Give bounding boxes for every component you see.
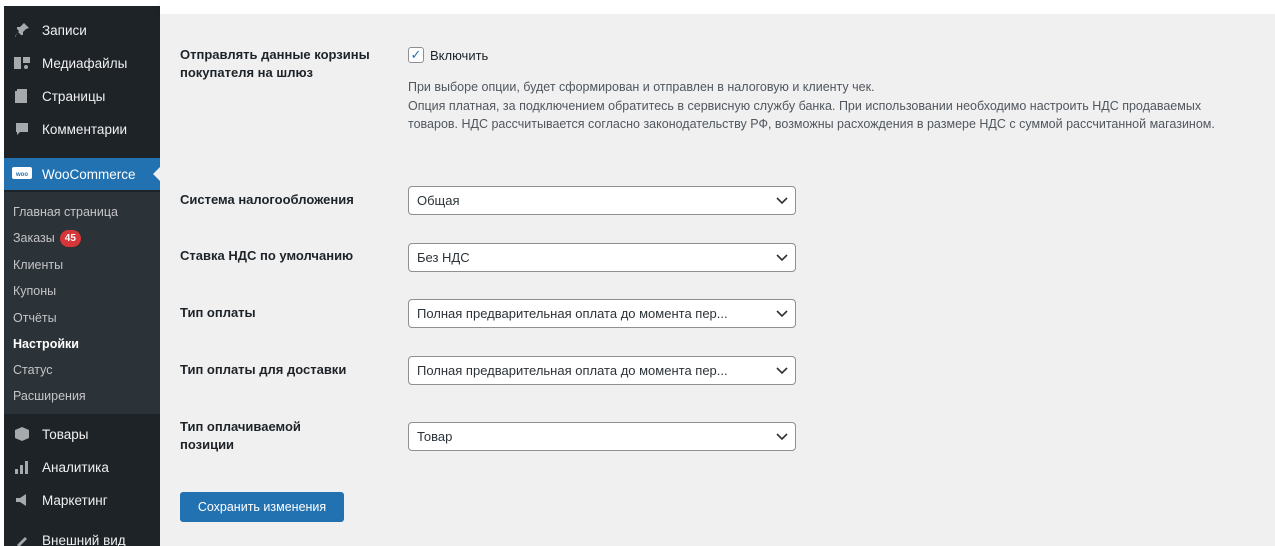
menu-item-label: Комментарии	[42, 121, 128, 137]
svg-text:woo: woo	[15, 172, 28, 178]
menu-item-label: WooCommerce	[42, 166, 136, 182]
menu-item-pages[interactable]: Страницы	[4, 80, 160, 112]
vat-rate-label: Ставка НДС по умолчанию	[180, 248, 354, 263]
pages-icon	[11, 87, 33, 105]
payment-type-value: Полная предварительная оплата до момента…	[417, 306, 728, 321]
chevron-down-icon	[769, 196, 795, 205]
menu-item-label: Медиафайлы	[42, 55, 128, 71]
payment-type-label: Тип оплаты	[180, 305, 256, 320]
menu-item-label: Страницы	[42, 88, 106, 104]
appearance-icon	[11, 531, 33, 546]
send-cart-description: При выборе опции, будет сформирован и от…	[408, 78, 1238, 134]
menu-item-label: Внешний вид	[42, 532, 126, 546]
tax-system-value: Общая	[417, 193, 460, 208]
send-cart-checkbox[interactable]: ✓	[408, 47, 424, 63]
marketing-icon	[11, 491, 33, 509]
submenu-label: Клиенты	[13, 258, 64, 272]
submenu-item-coupons[interactable]: Купоны	[13, 281, 56, 301]
send-cart-description-text: При выборе опции, будет сформирован и от…	[408, 80, 1215, 131]
vat-rate-value: Без НДС	[417, 250, 470, 265]
delivery-payment-type-select[interactable]: Полная предварительная оплата до момента…	[408, 356, 796, 385]
menu-item-comments[interactable]: Комментарии	[4, 113, 160, 145]
menu-item-label: Маркетинг	[42, 492, 108, 508]
submenu-label: Расширения	[13, 389, 86, 403]
item-type-label: Тип оплачиваемой позиции	[180, 419, 301, 452]
menu-item-woocommerce[interactable]: woo WooCommerce	[4, 158, 160, 190]
menu-item-posts[interactable]: Записи	[4, 14, 160, 46]
send-cart-checkbox-label: Включить	[430, 47, 489, 63]
item-type-select[interactable]: Товар	[408, 422, 796, 451]
woocommerce-submenu: Главная страница Заказы 45 Клиенты Купон…	[4, 192, 160, 414]
save-changes-button[interactable]: Сохранить изменения	[180, 492, 344, 522]
delivery-payment-type-label: Тип оплаты для доставки	[180, 362, 347, 377]
send-cart-label: Отправлять данные корзины покупателя на …	[180, 47, 370, 80]
settings-form: Отправлять данные корзины покупателя на …	[160, 14, 1275, 546]
tax-system-select[interactable]: Общая	[408, 186, 796, 215]
delivery-payment-type-value: Полная предварительная оплата до момента…	[417, 363, 728, 378]
submenu-label: Главная страница	[13, 205, 118, 219]
menu-item-label: Записи	[42, 22, 87, 38]
vat-rate-select[interactable]: Без НДС	[408, 243, 796, 272]
submenu-item-settings[interactable]: Настройки	[13, 334, 79, 354]
send-cart-checkbox-row[interactable]: ✓ Включить	[408, 47, 488, 63]
submenu-item-home[interactable]: Главная страница	[13, 202, 118, 222]
menu-item-appearance[interactable]: Внешний вид	[4, 524, 160, 546]
tax-system-label: Система налогообложения	[180, 192, 354, 207]
submenu-item-extensions[interactable]: Расширения	[13, 386, 86, 406]
chevron-down-icon	[769, 366, 795, 375]
submenu-item-reports[interactable]: Отчёты	[13, 308, 57, 328]
woocommerce-icon: woo	[11, 165, 33, 183]
menu-item-media[interactable]: Медиафайлы	[4, 47, 160, 79]
item-type-value: Товар	[417, 429, 453, 444]
submenu-label: Заказы	[13, 231, 55, 245]
menu-item-label: Аналитика	[42, 459, 109, 475]
chevron-down-icon	[769, 432, 795, 441]
top-header-strip	[160, 0, 1275, 14]
chevron-down-icon	[769, 253, 795, 262]
orders-count-badge: 45	[59, 229, 81, 247]
comments-icon	[11, 120, 33, 138]
submenu-label: Настройки	[13, 337, 79, 351]
submenu-item-orders[interactable]: Заказы 45	[13, 228, 81, 248]
pin-icon	[11, 21, 33, 39]
submenu-label: Отчёты	[13, 311, 57, 325]
menu-item-marketing[interactable]: Маркетинг	[4, 484, 160, 516]
submenu-label: Статус	[13, 363, 53, 377]
submenu-item-status[interactable]: Статус	[13, 360, 53, 380]
products-icon	[11, 425, 33, 443]
chevron-down-icon	[769, 309, 795, 318]
analytics-icon	[11, 458, 33, 476]
menu-item-analytics[interactable]: Аналитика	[4, 451, 160, 483]
admin-sidebar: Записи Медиафайлы Страницы Комментарии w…	[4, 6, 160, 546]
payment-type-select[interactable]: Полная предварительная оплата до момента…	[408, 299, 796, 328]
submenu-label: Купоны	[13, 284, 57, 298]
menu-item-label: Товары	[42, 426, 89, 442]
submenu-item-customers[interactable]: Клиенты	[13, 255, 63, 275]
menu-item-products[interactable]: Товары	[4, 418, 160, 450]
media-icon	[11, 54, 33, 72]
